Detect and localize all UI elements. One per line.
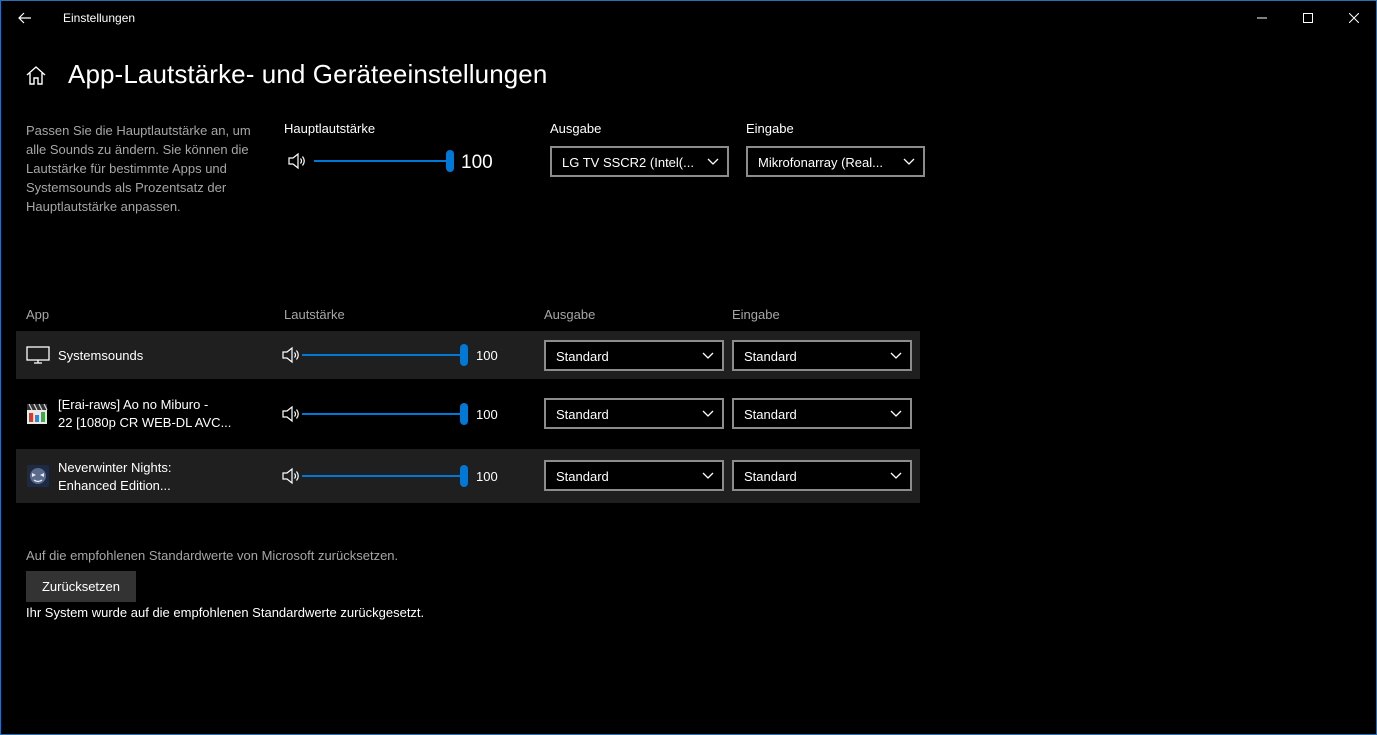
app-name-line2: Enhanced Edition... bbox=[58, 478, 171, 493]
speaker-icon bbox=[288, 152, 305, 170]
column-header-output: Ausgabe bbox=[544, 307, 596, 322]
maximize-button[interactable] bbox=[1285, 1, 1331, 35]
speaker-icon bbox=[282, 346, 299, 364]
app-output-dropdown[interactable]: Standard bbox=[544, 398, 724, 429]
app-name: Neverwinter Nights: Enhanced Edition... bbox=[58, 459, 171, 495]
chevron-down-icon bbox=[890, 352, 902, 359]
chevron-down-icon bbox=[890, 472, 902, 479]
app-name: Systemsounds bbox=[58, 347, 143, 365]
page-title: App-Lautstärke- und Geräteeinstellungen bbox=[68, 59, 548, 89]
app-volume-slider[interactable] bbox=[302, 344, 468, 366]
home-button[interactable] bbox=[25, 63, 47, 87]
dropdown-value: LG TV SSCR2 (Intel(... bbox=[562, 155, 694, 170]
dropdown-value: Standard bbox=[556, 407, 609, 422]
app-volume-slider[interactable] bbox=[302, 403, 468, 425]
app-row-systemsounds: Systemsounds 100 Standard Standard bbox=[16, 331, 920, 379]
dropdown-value: Standard bbox=[556, 349, 609, 364]
column-header-input: Eingabe bbox=[732, 307, 780, 322]
app-volume-value: 100 bbox=[476, 469, 498, 484]
slider-fill bbox=[314, 160, 450, 162]
app-volume-value: 100 bbox=[476, 348, 498, 363]
app-name-line2: 22 [1080p CR WEB-DL AVC... bbox=[58, 415, 232, 430]
back-button[interactable] bbox=[13, 7, 37, 29]
slider-fill bbox=[302, 475, 464, 477]
slider-fill bbox=[302, 413, 464, 415]
speaker-icon bbox=[282, 467, 299, 485]
chevron-down-icon bbox=[890, 410, 902, 417]
app-name: [Erai-raws] Ao no Miburo - 22 [1080p CR … bbox=[58, 396, 231, 432]
app-name-line1: Neverwinter Nights: bbox=[58, 460, 172, 475]
close-button[interactable] bbox=[1331, 1, 1377, 35]
column-header-volume: Lautstärke bbox=[284, 307, 345, 322]
master-input-label: Eingabe bbox=[746, 121, 794, 136]
master-volume-slider[interactable] bbox=[314, 150, 454, 172]
app-output-dropdown[interactable]: Standard bbox=[544, 460, 724, 491]
app-name-line1: [Erai-raws] Ao no Miburo - bbox=[58, 397, 209, 412]
title-bar: Einstellungen bbox=[1, 1, 1376, 35]
dropdown-value: Standard bbox=[556, 469, 609, 484]
dropdown-value: Standard bbox=[744, 349, 797, 364]
minimize-button[interactable] bbox=[1239, 1, 1285, 35]
window-title: Einstellungen bbox=[63, 11, 136, 25]
chevron-down-icon bbox=[707, 158, 719, 165]
app-volume-value: 100 bbox=[476, 407, 498, 422]
app-name-line1: Systemsounds bbox=[58, 348, 144, 363]
master-volume-value: 100 bbox=[461, 152, 493, 173]
maximize-icon bbox=[1303, 13, 1313, 23]
reset-description: Auf die empfohlenen Standardwerte von Mi… bbox=[26, 548, 399, 563]
chevron-down-icon bbox=[702, 472, 714, 479]
master-output-dropdown[interactable]: LG TV SSCR2 (Intel(... bbox=[550, 146, 729, 177]
app-row-media: [Erai-raws] Ao no Miburo - 22 [1080p CR … bbox=[16, 386, 920, 442]
app-input-dropdown[interactable]: Standard bbox=[732, 340, 912, 371]
slider-thumb[interactable] bbox=[460, 465, 468, 487]
minimize-icon bbox=[1257, 17, 1267, 19]
master-input-dropdown[interactable]: Mikrofonarray (Real... bbox=[746, 146, 925, 177]
app-output-dropdown[interactable]: Standard bbox=[544, 340, 724, 371]
slider-fill bbox=[302, 354, 464, 356]
slider-thumb[interactable] bbox=[460, 403, 468, 425]
dropdown-value: Mikrofonarray (Real... bbox=[758, 155, 883, 170]
home-icon bbox=[26, 66, 46, 85]
app-row-game: Neverwinter Nights: Enhanced Edition... … bbox=[16, 449, 920, 503]
master-volume-label: Hauptlautstärke bbox=[284, 121, 376, 136]
close-icon bbox=[1349, 13, 1359, 23]
chevron-down-icon bbox=[903, 158, 915, 165]
dropdown-value: Standard bbox=[744, 407, 797, 422]
app-input-dropdown[interactable]: Standard bbox=[732, 460, 912, 491]
speaker-icon bbox=[282, 405, 299, 423]
master-output-label: Ausgabe bbox=[550, 121, 602, 136]
dropdown-value: Standard bbox=[744, 469, 797, 484]
reset-button[interactable]: Zurücksetzen bbox=[26, 571, 136, 602]
chevron-down-icon bbox=[702, 410, 714, 417]
chevron-down-icon bbox=[702, 352, 714, 359]
settings-window: Einstellungen App-Lautstärke- und Geräte… bbox=[0, 0, 1377, 735]
app-input-dropdown[interactable]: Standard bbox=[732, 398, 912, 429]
media-player-icon bbox=[27, 403, 48, 424]
monitor-icon bbox=[26, 346, 50, 364]
slider-thumb[interactable] bbox=[460, 344, 468, 366]
app-volume-slider[interactable] bbox=[302, 465, 468, 487]
arrow-left-icon bbox=[18, 12, 31, 24]
description-text: Passen Sie die Hauptlautstärke an, um al… bbox=[26, 123, 251, 214]
column-header-app: App bbox=[26, 307, 50, 322]
slider-thumb[interactable] bbox=[446, 150, 454, 172]
reset-status-text: Ihr System wurde auf die empfohlenen Sta… bbox=[26, 605, 425, 620]
game-icon bbox=[27, 465, 49, 487]
